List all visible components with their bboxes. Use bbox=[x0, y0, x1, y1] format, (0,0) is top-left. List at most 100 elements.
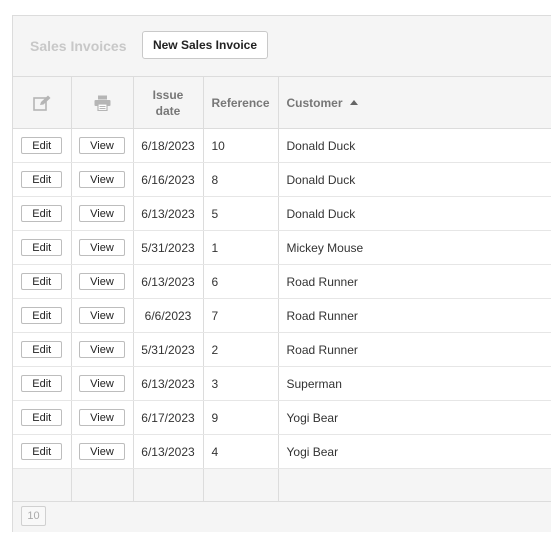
reference-header-label: Reference bbox=[211, 95, 270, 110]
view-cell: View bbox=[71, 366, 134, 401]
reference-cell: 5 bbox=[203, 196, 279, 231]
customer-cell: Yogi Bear bbox=[278, 400, 551, 435]
customer-header-label: Customer bbox=[286, 95, 343, 110]
customer-cell: Donald Duck bbox=[278, 196, 551, 231]
reference-cell: 10 bbox=[203, 128, 279, 163]
issue-date-cell: 6/17/2023 bbox=[133, 400, 204, 435]
view-button[interactable]: View bbox=[79, 307, 125, 324]
customer-cell: Donald Duck bbox=[278, 162, 551, 197]
reference-cell: 7 bbox=[203, 298, 279, 333]
customer-cell: Mickey Mouse bbox=[278, 230, 551, 265]
customer-cell: Road Runner bbox=[278, 264, 551, 299]
sort-ascending-icon bbox=[349, 99, 358, 105]
sales-invoices-panel: Sales Invoices New Sales Invoice Issue d… bbox=[12, 15, 551, 532]
view-cell: View bbox=[71, 162, 134, 197]
issue-date-cell: 5/31/2023 bbox=[133, 332, 204, 367]
reference-cell: 1 bbox=[203, 230, 279, 265]
toolbar: Sales Invoices New Sales Invoice bbox=[13, 16, 551, 76]
reference-cell: 6 bbox=[203, 264, 279, 299]
edit-cell: Edit bbox=[13, 434, 72, 469]
grid-footer: 10 bbox=[13, 496, 551, 533]
edit-column-header bbox=[13, 77, 72, 129]
view-button[interactable]: View bbox=[79, 409, 125, 426]
view-button[interactable]: View bbox=[79, 375, 125, 392]
table-row: Edit View 6/17/2023 9 Yogi Bear bbox=[13, 400, 551, 435]
customer-header[interactable]: Customer bbox=[278, 77, 551, 129]
view-cell: View bbox=[71, 264, 134, 299]
header-row: Issue date Reference Customer bbox=[13, 77, 551, 129]
page-size-selector[interactable]: 10 bbox=[21, 506, 46, 526]
edit-button[interactable]: Edit bbox=[21, 409, 63, 426]
edit-button[interactable]: Edit bbox=[21, 443, 63, 460]
table-row: Edit View 6/13/2023 5 Donald Duck bbox=[13, 196, 551, 231]
table-row: Edit View 5/31/2023 1 Mickey Mouse bbox=[13, 230, 551, 265]
customer-cell: Road Runner bbox=[278, 332, 551, 367]
edit-icon bbox=[13, 95, 71, 111]
table-row: Edit View 6/13/2023 4 Yogi Bear bbox=[13, 434, 551, 469]
edit-cell: Edit bbox=[13, 400, 72, 435]
printer-icon bbox=[72, 95, 133, 111]
edit-cell: Edit bbox=[13, 298, 72, 333]
view-cell: View bbox=[71, 230, 134, 265]
edit-cell: Edit bbox=[13, 264, 72, 299]
view-button[interactable]: View bbox=[79, 205, 125, 222]
reference-cell: 9 bbox=[203, 400, 279, 435]
edit-cell: Edit bbox=[13, 196, 72, 231]
reference-cell: 8 bbox=[203, 162, 279, 197]
view-button[interactable]: View bbox=[79, 273, 125, 290]
view-cell: View bbox=[71, 332, 134, 367]
issue-date-header-label: Issue date bbox=[152, 87, 184, 118]
edit-button[interactable]: Edit bbox=[21, 171, 63, 188]
invoices-table: Issue date Reference Customer Edit View 6/… bbox=[13, 77, 551, 502]
new-sales-invoice-button[interactable]: New Sales Invoice bbox=[142, 31, 268, 59]
customer-cell: Road Runner bbox=[278, 298, 551, 333]
view-cell: View bbox=[71, 400, 134, 435]
page-title: Sales Invoices bbox=[30, 38, 127, 54]
reference-cell: 4 bbox=[203, 434, 279, 469]
table-body: Edit View 6/18/2023 10 Donald Duck Edit View 6/… bbox=[13, 128, 551, 502]
view-column-header bbox=[71, 77, 134, 129]
table-row: Edit View 5/31/2023 2 Road Runner bbox=[13, 332, 551, 367]
view-cell: View bbox=[71, 196, 134, 231]
edit-button[interactable]: Edit bbox=[21, 341, 63, 358]
view-button[interactable]: View bbox=[79, 443, 125, 460]
table-row: Edit View 6/13/2023 3 Superman bbox=[13, 366, 551, 401]
reference-cell: 2 bbox=[203, 332, 279, 367]
edit-button[interactable]: Edit bbox=[21, 205, 63, 222]
edit-button[interactable]: Edit bbox=[21, 239, 63, 256]
table-row: Edit View 6/6/2023 7 Road Runner bbox=[13, 298, 551, 333]
issue-date-cell: 6/6/2023 bbox=[133, 298, 204, 333]
edit-button[interactable]: Edit bbox=[21, 307, 63, 324]
view-cell: View bbox=[71, 434, 134, 469]
table-row: Edit View 6/18/2023 10 Donald Duck bbox=[13, 128, 551, 163]
edit-cell: Edit bbox=[13, 366, 72, 401]
issue-date-cell: 6/18/2023 bbox=[133, 128, 204, 163]
view-button[interactable]: View bbox=[79, 341, 125, 358]
issue-date-cell: 5/31/2023 bbox=[133, 230, 204, 265]
issue-date-cell: 6/13/2023 bbox=[133, 366, 204, 401]
issue-date-cell: 6/13/2023 bbox=[133, 264, 204, 299]
view-button[interactable]: View bbox=[79, 171, 125, 188]
table-row: Edit View 6/16/2023 8 Donald Duck bbox=[13, 162, 551, 197]
issue-date-cell: 6/16/2023 bbox=[133, 162, 204, 197]
reference-cell: 3 bbox=[203, 366, 279, 401]
invoices-grid: Issue date Reference Customer Edit View 6/… bbox=[13, 76, 551, 502]
edit-button[interactable]: Edit bbox=[21, 273, 63, 290]
edit-button[interactable]: Edit bbox=[21, 137, 63, 154]
edit-cell: Edit bbox=[13, 162, 72, 197]
edit-cell: Edit bbox=[13, 332, 72, 367]
edit-button[interactable]: Edit bbox=[21, 375, 63, 392]
issue-date-cell: 6/13/2023 bbox=[133, 196, 204, 231]
issue-date-cell: 6/13/2023 bbox=[133, 434, 204, 469]
customer-cell: Yogi Bear bbox=[278, 434, 551, 469]
edit-cell: Edit bbox=[13, 230, 72, 265]
view-button[interactable]: View bbox=[79, 239, 125, 256]
view-button[interactable]: View bbox=[79, 137, 125, 154]
table-row: Edit View 6/13/2023 6 Road Runner bbox=[13, 264, 551, 299]
customer-cell: Superman bbox=[278, 366, 551, 401]
issue-date-header[interactable]: Issue date bbox=[133, 77, 204, 129]
reference-header[interactable]: Reference bbox=[203, 77, 279, 129]
customer-cell: Donald Duck bbox=[278, 128, 551, 163]
edit-cell: Edit bbox=[13, 128, 72, 163]
view-cell: View bbox=[71, 298, 134, 333]
